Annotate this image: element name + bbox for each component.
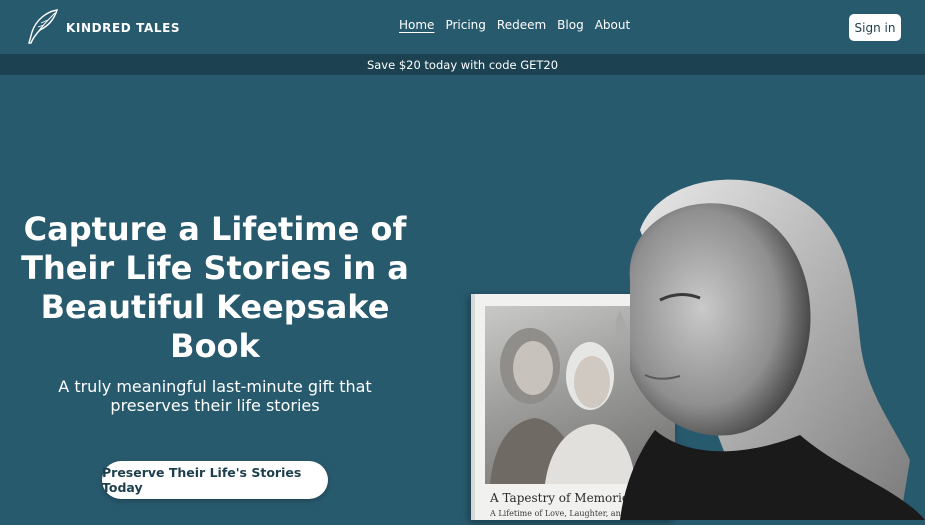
- nav-link-about[interactable]: About: [595, 18, 630, 32]
- nav-link-home[interactable]: Home: [399, 18, 434, 32]
- brand-logo[interactable]: KINDRED TALES: [26, 8, 180, 46]
- top-navigation: KINDRED TALES Home Pricing Redeem Blog A…: [0, 0, 925, 54]
- preserve-stories-button[interactable]: Preserve Their Life's Stories Today: [102, 461, 328, 499]
- elderly-woman-portrait: [600, 170, 925, 521]
- promo-text: Save $20 today with code GET20: [366, 57, 559, 72]
- quill-icon: [26, 8, 60, 46]
- hero-title: Capture a Lifetime of Their Life Stories…: [21, 210, 409, 365]
- main-menu: Home Pricing Redeem Blog About: [399, 18, 630, 32]
- promo-banner: Save $20 today with code GET20: [0, 54, 925, 75]
- nav-link-blog[interactable]: Blog: [557, 18, 584, 32]
- nav-link-pricing[interactable]: Pricing: [445, 18, 485, 32]
- nav-link-redeem[interactable]: Redeem: [497, 18, 546, 32]
- hero-subtitle: A truly meaningful last-minute gift that…: [58, 377, 372, 415]
- brand-name: KINDRED TALES: [66, 21, 181, 35]
- sign-in-button[interactable]: Sign in: [849, 14, 901, 41]
